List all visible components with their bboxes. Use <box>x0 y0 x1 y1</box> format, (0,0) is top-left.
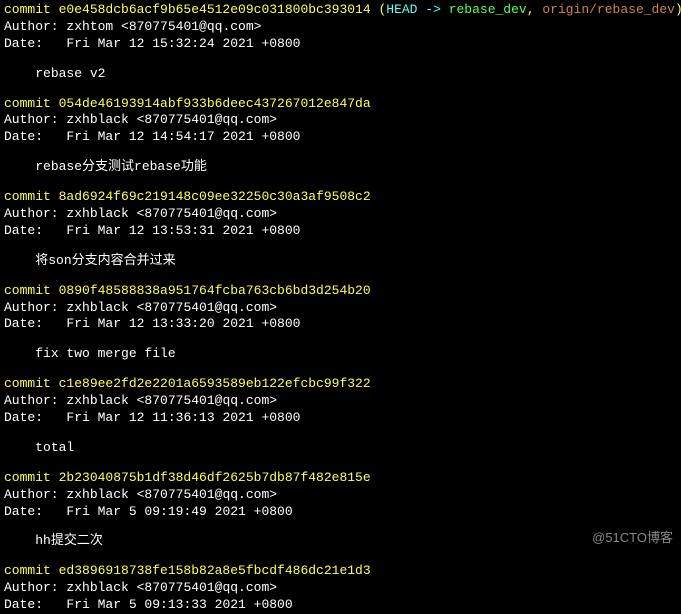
commit-entry: commit ed3896918738fe158b82a8e5fbcdf486d… <box>4 563 677 614</box>
watermark: @51CTO博客 <box>592 530 673 547</box>
commit-message: fix two merge file <box>4 346 677 363</box>
local-branch: rebase_dev <box>449 2 527 17</box>
commit-line: commit 2b23040875b1df38d46df2625b7db87f4… <box>4 470 677 487</box>
author-line: Author: zxhtom <870775401@qq.com> <box>4 19 677 36</box>
date-line: Date: Fri Mar 5 09:13:33 2021 +0800 <box>4 597 677 614</box>
commit-hash: ed3896918738fe158b82a8e5fbcdf486dc21e1d3 <box>59 563 371 578</box>
commit-line: commit e0e458dcb6acf9b65e4512e09c031800b… <box>4 2 677 19</box>
commit-message: rebase v2 <box>4 66 677 83</box>
commit-entry: commit 8ad6924f69c219148c09ee32250c30a3a… <box>4 189 677 283</box>
author-line: Author: zxhblack <870775401@qq.com> <box>4 300 677 317</box>
commit-message: 将son分支内容合并过来 <box>4 253 677 270</box>
date-line: Date: Fri Mar 12 15:32:24 2021 +0800 <box>4 36 677 53</box>
commit-hash: 054de46193914abf933b6deec437267012e847da <box>59 96 371 111</box>
author-line: Author: zxhblack <870775401@qq.com> <box>4 580 677 597</box>
commit-line: commit 054de46193914abf933b6deec43726701… <box>4 96 677 113</box>
commit-message: rebase分支测试rebase功能 <box>4 159 677 176</box>
head-ref: HEAD -> <box>386 2 448 17</box>
commit-entry: commit c1e89ee2fd2e2201a6593589eb122efcb… <box>4 376 677 470</box>
commit-entry: commit 054de46193914abf933b6deec43726701… <box>4 96 677 190</box>
date-line: Date: Fri Mar 12 14:54:17 2021 +0800 <box>4 129 677 146</box>
commit-line: commit 0890f48588838a951764fcba763cb6bd3… <box>4 283 677 300</box>
author-line: Author: zxhblack <870775401@qq.com> <box>4 393 677 410</box>
commit-hash: 0890f48588838a951764fcba763cb6bd3d254b20 <box>59 283 371 298</box>
commit-hash: e0e458dcb6acf9b65e4512e09c031800bc393014 <box>59 2 371 17</box>
commit-hash: 8ad6924f69c219148c09ee32250c30a3af9508c2 <box>59 189 371 204</box>
commit-hash: 2b23040875b1df38d46df2625b7db87f482e815e <box>59 470 371 485</box>
date-line: Date: Fri Mar 12 13:53:31 2021 +0800 <box>4 223 677 240</box>
author-line: Author: zxhblack <870775401@qq.com> <box>4 487 677 504</box>
commit-line: commit 8ad6924f69c219148c09ee32250c30a3a… <box>4 189 677 206</box>
terminal-output: commit e0e458dcb6acf9b65e4512e09c031800b… <box>4 2 677 614</box>
commit-entry: commit e0e458dcb6acf9b65e4512e09c031800b… <box>4 2 677 96</box>
commit-line: commit c1e89ee2fd2e2201a6593589eb122efcb… <box>4 376 677 393</box>
commit-message: hh提交二次 <box>4 533 677 550</box>
remote-branch: origin/rebase_dev <box>542 2 675 17</box>
author-line: Author: zxhblack <870775401@qq.com> <box>4 112 677 129</box>
author-line: Author: zxhblack <870775401@qq.com> <box>4 206 677 223</box>
commit-line: commit ed3896918738fe158b82a8e5fbcdf486d… <box>4 563 677 580</box>
commit-entry: commit 0890f48588838a951764fcba763cb6bd3… <box>4 283 677 377</box>
commit-message: total <box>4 440 677 457</box>
date-line: Date: Fri Mar 5 09:19:49 2021 +0800 <box>4 504 677 521</box>
date-line: Date: Fri Mar 12 11:36:13 2021 +0800 <box>4 410 677 427</box>
commit-entry: commit 2b23040875b1df38d46df2625b7db87f4… <box>4 470 677 564</box>
date-line: Date: Fri Mar 12 13:33:20 2021 +0800 <box>4 316 677 333</box>
commit-hash: c1e89ee2fd2e2201a6593589eb122efcbc99f322 <box>59 376 371 391</box>
